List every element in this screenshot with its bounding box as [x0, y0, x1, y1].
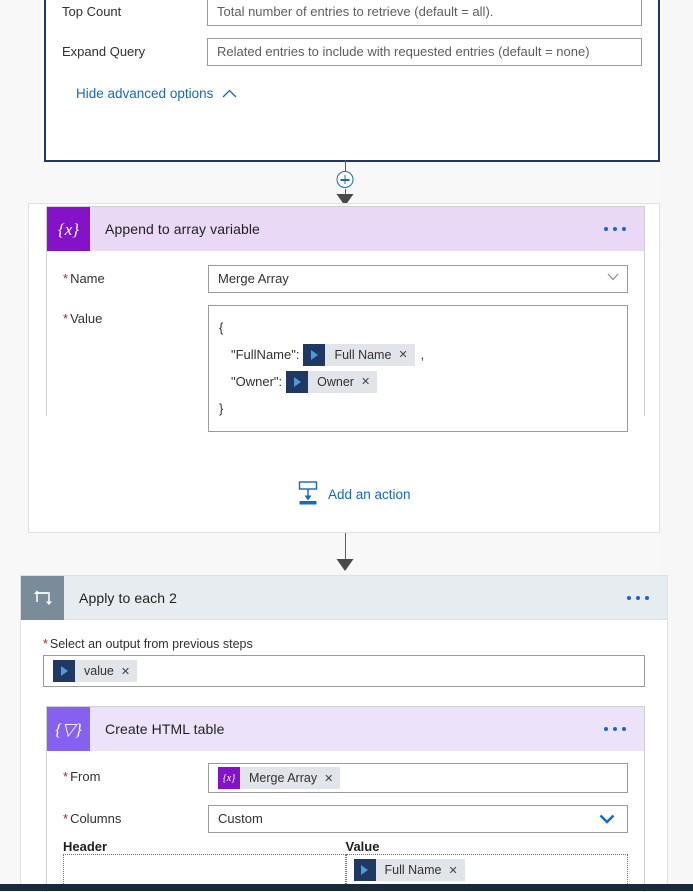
editor-line: "FullName": Full Name ✕ ,	[219, 341, 617, 368]
token-chip-label: value	[84, 664, 114, 678]
apply-to-each-scope: Apply to each 2 * Select an output from p…	[20, 575, 668, 892]
token-chip-label: Full Name	[384, 863, 442, 877]
token-chip-value[interactable]: value ✕	[53, 660, 138, 682]
columns-dropdown-value: Custom	[218, 811, 263, 826]
connector-with-add-step	[316, 160, 373, 206]
outer-scope-container: {x} Append to array variable * Name Merge…	[28, 203, 660, 533]
connector-to-apply-to-each	[316, 533, 373, 575]
append-card-title: Append to array variable	[105, 221, 260, 237]
data-operation-braces-icon: {▽}	[47, 707, 90, 751]
token-chip-label: Owner	[317, 374, 354, 389]
chevron-down-icon[interactable]	[599, 814, 615, 825]
editor-line: }	[219, 395, 617, 422]
columns-editor-headers: Header Value	[63, 839, 628, 854]
expand-query-input[interactable]: Related entries to include with requeste…	[207, 38, 642, 66]
token-chip-owner[interactable]: Owner ✕	[286, 370, 378, 393]
loop-repeat-icon	[21, 575, 64, 620]
create-html-table-card[interactable]: {▽} Create HTML table * From {x} Merge A…	[46, 706, 645, 892]
previous-action-card[interactable]: Order By An ODATA orderBy query for spec…	[44, 0, 660, 162]
columns-dropdown[interactable]: Custom	[208, 805, 628, 833]
table-row: Full Name ✕	[63, 854, 628, 886]
arrow-down-icon	[336, 559, 353, 574]
editor-line-text: }	[219, 401, 224, 416]
column-header-value: Value	[345, 839, 380, 854]
field-label-columns: * Columns	[63, 811, 122, 826]
required-asterisk: *	[63, 311, 69, 326]
viewport-bottom-edge	[0, 884, 693, 891]
name-dropdown-value: Merge Array	[218, 271, 289, 286]
token-chip-merge-array[interactable]: {x} Merge Array ✕	[218, 767, 341, 789]
column-header-header: Header	[63, 839, 108, 854]
overflow-menu-icon[interactable]	[604, 727, 626, 731]
chevron-up-icon	[222, 89, 237, 98]
token-chip-full-name[interactable]: Full Name ✕	[303, 343, 415, 366]
apply-to-each-header[interactable]: Apply to each 2	[21, 575, 667, 620]
remove-token-icon[interactable]: ✕	[448, 864, 464, 877]
hide-advanced-options-link[interactable]: Hide advanced options	[76, 86, 237, 101]
select-output-input[interactable]: value ✕	[43, 655, 645, 687]
add-step-plus-icon[interactable]	[336, 171, 353, 188]
columns-editor: Header Value Full Name ✕	[63, 839, 628, 886]
editor-line: {	[219, 314, 617, 341]
column-header-input[interactable]	[63, 854, 346, 886]
overflow-menu-icon[interactable]	[627, 595, 649, 600]
create-html-table-title: Create HTML table	[105, 721, 225, 737]
remove-token-icon[interactable]: ✕	[361, 375, 377, 388]
required-asterisk: *	[63, 769, 69, 784]
add-an-action-button[interactable]: Add an action	[297, 481, 411, 508]
apply-to-each-title: Apply to each 2	[79, 589, 178, 606]
editor-line-text: "Owner":	[231, 374, 283, 389]
dynamic-content-token-icon	[53, 660, 75, 682]
remove-token-icon[interactable]: ✕	[324, 772, 340, 785]
field-label-value: * Value	[63, 311, 103, 326]
field-row-top-count: Top Count Total number of entries to ret…	[62, 0, 642, 26]
add-an-action-icon	[297, 481, 319, 508]
field-label-top-count: Top Count	[62, 4, 122, 19]
dynamic-content-token-icon	[303, 343, 326, 366]
field-row-columns: * Columns Custom	[63, 805, 628, 833]
append-card-header[interactable]: {x} Append to array variable	[47, 207, 644, 251]
remove-token-icon[interactable]: ✕	[398, 348, 414, 361]
from-input[interactable]: {x} Merge Array ✕	[208, 763, 628, 793]
required-asterisk: *	[63, 271, 69, 286]
append-to-array-variable-card[interactable]: {x} Append to array variable * Name Merge…	[46, 206, 645, 460]
select-output-label: * Select an output from previous steps	[43, 637, 253, 651]
create-html-table-header[interactable]: {▽} Create HTML table	[47, 707, 644, 751]
field-row-name: * Name Merge Array	[63, 265, 628, 293]
hide-advanced-options-label: Hide advanced options	[76, 86, 214, 101]
field-label-from: * From	[63, 769, 101, 784]
overflow-menu-icon[interactable]	[604, 227, 626, 231]
editor-line-trailing: ,	[420, 347, 425, 362]
field-label-expand-query: Expand Query	[62, 44, 146, 59]
editor-line-text: {	[219, 320, 224, 335]
add-an-action-label: Add an action	[328, 487, 411, 502]
top-count-input[interactable]: Total number of entries to retrieve (def…	[207, 0, 642, 26]
variable-braces-x-icon: {x}	[47, 207, 90, 251]
required-asterisk: *	[63, 811, 69, 826]
field-label-name: * Name	[63, 271, 105, 286]
token-chip-label: Merge Array	[249, 771, 318, 785]
dynamic-content-token-icon	[353, 859, 376, 881]
name-dropdown[interactable]: Merge Array	[208, 265, 628, 293]
column-value-input[interactable]: Full Name ✕	[345, 854, 628, 886]
value-expression-editor[interactable]: { "FullName": Full Name ✕ , "Owner": Own…	[208, 305, 628, 432]
flow-designer-canvas: Order By An ODATA orderBy query for spec…	[0, 0, 693, 892]
field-row-from: * From {x} Merge Array ✕	[63, 763, 628, 793]
field-row-value: * Value { "FullName": Full Name ✕ , "Own…	[63, 305, 628, 432]
chevron-down-icon[interactable]	[607, 273, 619, 284]
field-row-expand-query: Expand Query Related entries to include …	[62, 38, 642, 66]
remove-token-icon[interactable]: ✕	[121, 665, 137, 678]
variable-token-icon: {x}	[218, 767, 240, 789]
token-chip-full-name[interactable]: Full Name ✕	[353, 859, 465, 881]
required-asterisk: *	[43, 637, 48, 651]
editor-line: "Owner": Owner ✕	[219, 368, 617, 395]
token-chip-label: Full Name	[334, 347, 392, 362]
dynamic-content-token-icon	[286, 370, 309, 393]
editor-line-text: "FullName":	[231, 347, 300, 362]
